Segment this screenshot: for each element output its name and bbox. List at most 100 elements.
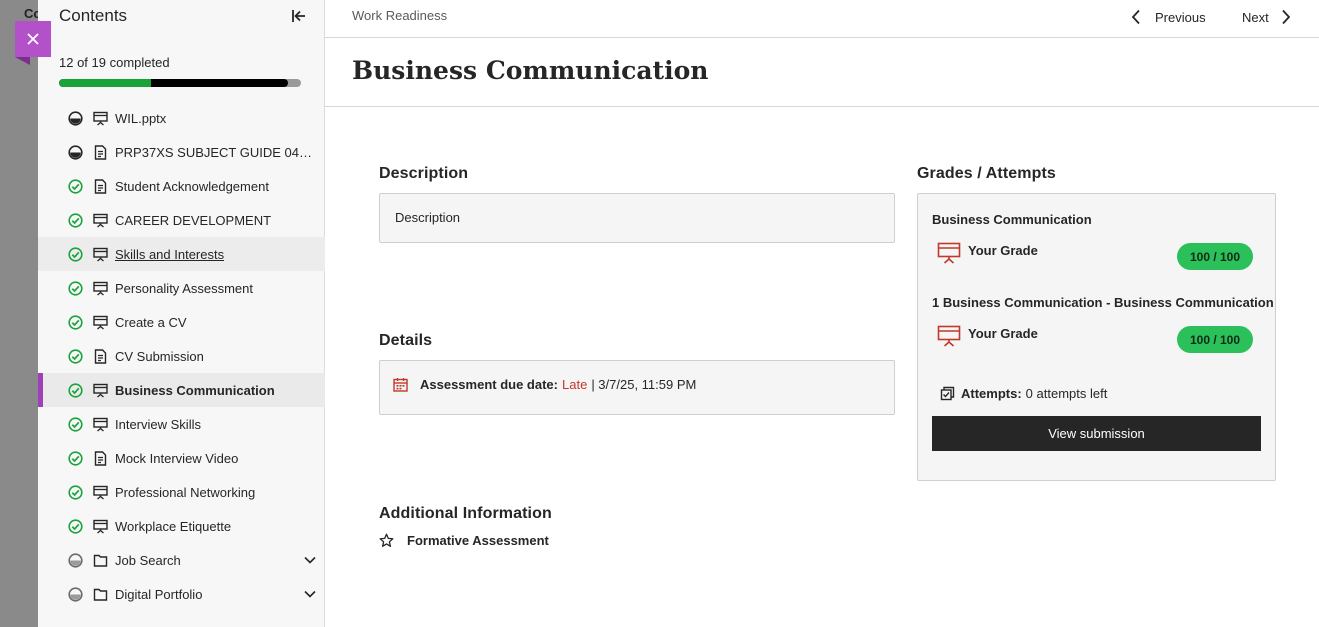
- in-progress-icon: [67, 110, 83, 126]
- view-submission-button[interactable]: View submission: [932, 416, 1261, 451]
- progress-text: 12 of 19 completed: [59, 55, 170, 70]
- sidebar-item[interactable]: CAREER DEVELOPMENT: [38, 203, 325, 237]
- presentation-icon: [92, 484, 108, 500]
- chevron-down-icon[interactable]: [303, 587, 317, 601]
- sidebar-item[interactable]: Student Acknowledgement: [38, 169, 325, 203]
- presentation-icon: [92, 382, 108, 398]
- completed-check-icon: [67, 416, 83, 432]
- sidebar-item-label: PRP37XS SUBJECT GUIDE 04-04-...: [115, 144, 315, 160]
- document-icon: [92, 178, 108, 194]
- sidebar-title: Contents: [59, 6, 128, 25]
- attempts-value: 0 attempts left: [1025, 386, 1108, 401]
- completed-check-icon: [67, 178, 83, 194]
- sidebar-item[interactable]: Interview Skills: [38, 407, 325, 441]
- sidebar-item[interactable]: Business Communication: [38, 373, 325, 407]
- sidebar-item-label: Create a CV: [115, 314, 187, 330]
- due-date-label: Assessment due date:: [420, 377, 558, 392]
- grades-box: Business Communication Your Grade 100 / …: [917, 193, 1276, 481]
- completed-check-icon: [67, 280, 83, 296]
- completed-check-icon: [67, 484, 83, 500]
- not-started-icon: [67, 552, 83, 568]
- completed-check-icon: [67, 450, 83, 466]
- chevron-left-icon: [1131, 9, 1140, 25]
- details-heading: Details: [379, 332, 433, 349]
- grade-row: Your Grade 100 / 100: [937, 240, 1253, 270]
- completed-check-icon: [67, 314, 83, 330]
- sidebar-item-label: Skills and Interests: [115, 246, 225, 262]
- completed-check-icon: [67, 348, 83, 364]
- sidebar-item[interactable]: Skills and Interests: [38, 237, 325, 271]
- formative-assessment-label: Formative Assessment: [407, 533, 549, 548]
- next-label: Next: [1242, 9, 1269, 25]
- page-backdrop: Co: [0, 0, 38, 627]
- attempts-label: Attempts:: [961, 386, 1022, 401]
- folder-icon: [92, 552, 108, 568]
- close-icon: [27, 33, 39, 45]
- description-box: Description: [379, 193, 895, 243]
- grade-score-pill[interactable]: 100 / 100: [1177, 243, 1253, 270]
- breadcrumb[interactable]: Work Readiness: [352, 8, 447, 23]
- sidebar-item-label: Professional Networking: [115, 484, 256, 500]
- grades-heading: Grades / Attempts: [917, 165, 1056, 182]
- divider: [325, 106, 1319, 107]
- in-progress-icon: [67, 144, 83, 160]
- sidebar-item-label: CV Submission: [115, 348, 204, 364]
- grade-section-title: Business Communication: [932, 212, 1092, 227]
- close-panel-button[interactable]: [15, 21, 51, 65]
- presentation-grade-icon: [937, 242, 961, 264]
- sidebar-header: Contents: [59, 6, 309, 28]
- completed-check-icon: [67, 246, 83, 262]
- contents-sidebar: Contents 12 of 19 completed WIL.pptx PRP3…: [38, 0, 325, 627]
- sidebar-item[interactable]: CV Submission: [38, 339, 325, 373]
- sidebar-item-label: Business Communication: [115, 382, 275, 398]
- sidebar-item-label: CAREER DEVELOPMENT: [115, 212, 272, 228]
- sidebar-item[interactable]: Digital Portfolio: [38, 577, 325, 611]
- sidebar-item-label: Personality Assessment: [115, 280, 254, 296]
- next-button[interactable]: Next: [1242, 6, 1291, 28]
- description-heading: Description: [379, 165, 469, 182]
- your-grade-label: Your Grade: [968, 326, 1038, 341]
- collapse-left-icon: [292, 10, 305, 22]
- sidebar-item[interactable]: Create a CV: [38, 305, 325, 339]
- backdrop-text: Co: [24, 6, 38, 21]
- sidebar-item[interactable]: Mock Interview Video: [38, 441, 325, 475]
- calendar-icon: [393, 378, 408, 392]
- presentation-icon: [92, 110, 108, 126]
- your-grade-label: Your Grade: [968, 243, 1038, 258]
- completed-check-icon: [67, 518, 83, 534]
- grade-section-title: 1 Business Communication - Business Comm…: [932, 295, 1274, 310]
- contents-list: WIL.pptx PRP37XS SUBJECT GUIDE 04-04-... S…: [38, 101, 325, 611]
- due-date-value: | 3/7/25, 11:59 PM: [591, 377, 697, 392]
- presentation-icon: [92, 314, 108, 330]
- chevron-down-icon[interactable]: [303, 553, 317, 567]
- sidebar-item[interactable]: Professional Networking: [38, 475, 325, 509]
- sidebar-item[interactable]: Workplace Etiquette: [38, 509, 325, 543]
- attempts-row: Attempts: 0 attempts left: [940, 386, 1107, 401]
- previous-label: Previous: [1155, 9, 1206, 25]
- sidebar-item-label: Workplace Etiquette: [115, 518, 232, 534]
- additional-info-heading: Additional Information: [379, 505, 552, 522]
- grade-score-pill[interactable]: 100 / 100: [1177, 326, 1253, 353]
- progress-bar: [59, 79, 301, 87]
- presentation-grade-icon: [937, 325, 961, 347]
- presentation-icon: [92, 246, 108, 262]
- sidebar-item[interactable]: Personality Assessment: [38, 271, 325, 305]
- sidebar-item-label: Job Search: [115, 552, 181, 568]
- description-text: Description: [395, 210, 461, 225]
- due-date-row: Assessment due date: Late | 3/7/25, 11:5…: [393, 377, 696, 392]
- chevron-right-icon: [1282, 9, 1290, 25]
- sidebar-item[interactable]: Job Search: [38, 543, 325, 577]
- presentation-icon: [92, 212, 108, 228]
- completed-check-icon: [67, 382, 83, 398]
- additional-info-row: Formative Assessment: [379, 533, 549, 548]
- presentation-icon: [92, 518, 108, 534]
- previous-button[interactable]: Previous: [1131, 6, 1206, 28]
- top-bar: Work Readiness Previous Next: [325, 0, 1319, 38]
- star-icon: [379, 533, 394, 547]
- sidebar-item[interactable]: PRP37XS SUBJECT GUIDE 04-04-...: [38, 135, 325, 169]
- sidebar-item-label: Student Acknowledgement: [115, 178, 269, 194]
- sidebar-item-label: WIL.pptx: [115, 110, 167, 126]
- sidebar-item-label: Interview Skills: [115, 416, 201, 432]
- sidebar-item[interactable]: WIL.pptx: [38, 101, 325, 135]
- collapse-sidebar-button[interactable]: [289, 6, 309, 26]
